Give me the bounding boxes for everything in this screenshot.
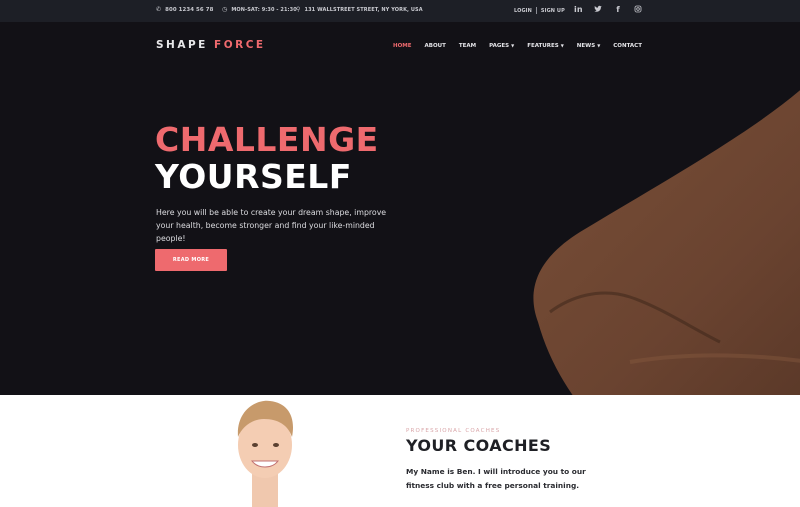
instagram-icon[interactable]	[634, 5, 642, 16]
nav-news-label: NEWS	[576, 43, 596, 49]
section-title: YOUR COACHES	[406, 436, 552, 455]
coach-photo	[237, 400, 294, 507]
phone-number: 800 1234 56 78	[165, 7, 214, 13]
hero-arm-image	[533, 90, 800, 395]
chevron-down-icon: ▼	[511, 43, 515, 48]
coach-intro: My Name is Ben. I will introduce you to …	[406, 467, 586, 490]
auth-links: LOGIN SIGN UP	[514, 7, 565, 14]
chevron-down-icon: ▼	[597, 43, 601, 48]
signup-link[interactable]: SIGN UP	[541, 8, 565, 14]
read-more-button[interactable]: READ MORE	[155, 249, 227, 271]
top-info-bar: ✆ 800 1234 56 78 ◷ MON-SAT: 9:30 - 21:30…	[0, 0, 800, 22]
divider	[535, 7, 537, 14]
nav-team[interactable]: TEAM	[459, 43, 476, 49]
hero-lead: Here you will be able to create your dre…	[156, 208, 387, 243]
address: ⚲ 131 WALLSTREET STREET, NY YORK, USA	[296, 6, 423, 14]
site-logo[interactable]: SHAPE FORCE	[156, 39, 266, 51]
facebook-icon[interactable]: f	[614, 5, 622, 16]
twitter-icon[interactable]	[594, 5, 602, 16]
address-text: 131 WALLSTREET STREET, NY YORK, USA	[304, 7, 423, 13]
linkedin-icon[interactable]: in	[574, 5, 583, 16]
nav-features-label: FEATURES	[527, 43, 559, 49]
main-nav: HOME ABOUT TEAM PAGES ▼ FEATURES ▼ NEWS ▼ C…	[393, 43, 642, 49]
hero-section: SHAPE FORCE HOME ABOUT TEAM PAGES ▼ FEATU…	[0, 22, 800, 395]
nav-pages[interactable]: PAGES ▼	[489, 43, 514, 49]
phone-icon: ✆	[156, 6, 162, 13]
logo-part-force: FORCE	[214, 39, 266, 51]
login-link[interactable]: LOGIN	[514, 8, 532, 14]
logo-part-shape: SHAPE	[156, 39, 208, 51]
phone-contact[interactable]: ✆ 800 1234 56 78	[156, 6, 214, 14]
location-pin-icon: ⚲	[296, 6, 301, 13]
clock-icon: ◷	[222, 6, 228, 13]
social-links: in f	[574, 5, 642, 16]
section-kicker: PROFESSIONAL COACHES	[406, 428, 501, 434]
chevron-down-icon: ▼	[560, 43, 564, 48]
nav-features[interactable]: FEATURES ▼	[527, 43, 564, 49]
coaches-section: PROFESSIONAL COACHES YOUR COACHES My Nam…	[0, 395, 800, 507]
nav-contact[interactable]: CONTACT	[613, 43, 642, 49]
nav-pages-label: PAGES	[489, 43, 510, 49]
nav-news[interactable]: NEWS ▼	[577, 43, 600, 49]
hero-title-line1: CHALLENGE	[155, 120, 379, 159]
hours-text: MON-SAT: 9:30 - 21:30	[231, 7, 297, 13]
opening-hours: ◷ MON-SAT: 9:30 - 21:30	[222, 6, 297, 14]
nav-home[interactable]: HOME	[393, 43, 412, 49]
hero-title-line2: YOURSELF	[155, 157, 352, 196]
nav-about[interactable]: ABOUT	[425, 43, 446, 49]
